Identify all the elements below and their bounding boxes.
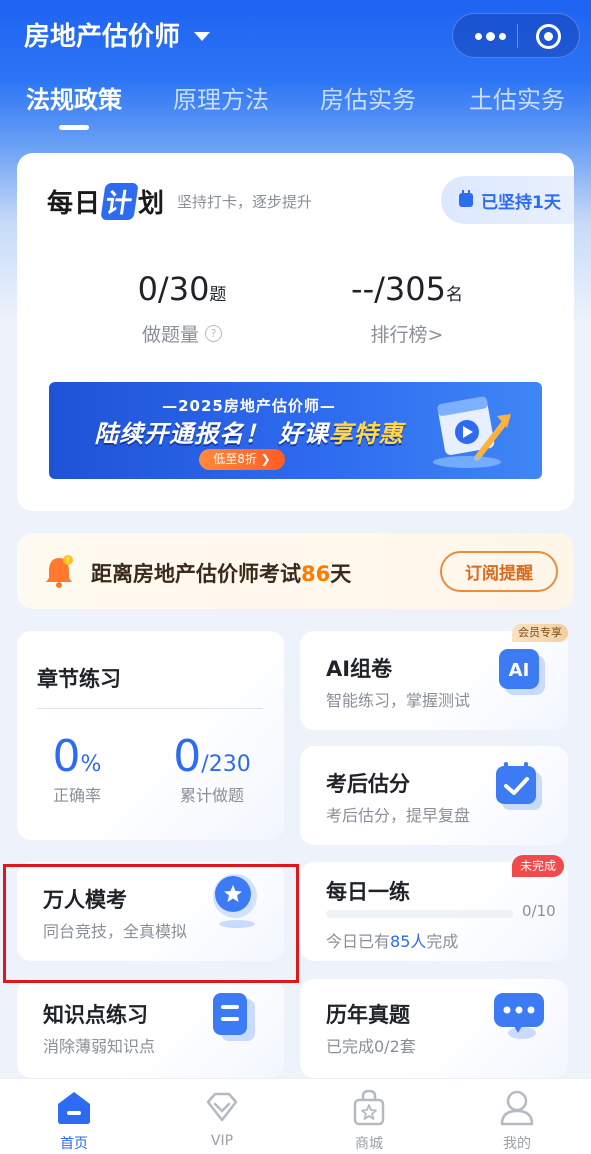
estimate-title: 考后估分 [326, 772, 410, 796]
close-target-icon[interactable] [536, 24, 561, 49]
tab-law-policy[interactable]: 法规政策 [26, 80, 122, 115]
plan-subtitle: 坚持打卡，逐步提升 [177, 193, 313, 211]
more-icon[interactable] [467, 24, 513, 48]
mini-program-capsule [452, 13, 580, 58]
ai-paper-card[interactable]: AI组卷 智能练习，掌握测试 AI [300, 631, 568, 730]
svg-text:!: ! [66, 556, 69, 565]
ranking-stat[interactable]: --/305名 排行榜> [317, 270, 497, 347]
divider [37, 708, 263, 709]
nav-shop-label: 商城 [355, 1136, 383, 1152]
countdown-days: 86 [301, 562, 331, 586]
tab-principles[interactable]: 原理方法 [173, 80, 269, 115]
caret-down-icon [194, 32, 211, 41]
questions-label: 做题量 [141, 324, 199, 346]
calendar-play-illustration [433, 396, 511, 468]
daily-title: 每日一练 [326, 880, 410, 904]
daily-note-suffix: 完成 [426, 932, 459, 951]
past-papers-card[interactable]: 历年真题 已完成0/2套 [300, 979, 568, 1078]
nav-mine[interactable]: 我的 [477, 1087, 557, 1153]
countdown-prefix: 距离房地产估价师考试 [91, 562, 301, 586]
daily-note-prefix: 今日已有 [326, 932, 391, 951]
plan-title-highlight: 计 [100, 183, 139, 220]
ai-icon: AI [499, 649, 545, 695]
ranking-link: 排行榜> [370, 324, 444, 346]
banner-headline-highlight: 享特惠 [328, 420, 404, 448]
accuracy-stat: 0% 正确率 [42, 731, 112, 806]
subject-tabs: 法规政策 原理方法 房估实务 土估实务 [0, 80, 591, 136]
active-tab-indicator [59, 125, 89, 130]
app-title: 房地产估价师 [24, 22, 181, 52]
banner-headline: 陆续开通报名！ 好课享特惠 [49, 414, 449, 449]
estimate-subtitle: 考后估分，提早复盘 [326, 806, 471, 825]
plan-title-part: 每日 [47, 189, 102, 219]
bottom-navigation: 首页 VIP 商城 我的 [0, 1078, 591, 1154]
vip-only-tag: 会员专享 [512, 624, 568, 642]
nav-vip-label: VIP [210, 1133, 234, 1149]
promo-banner[interactable]: —2025房地产估价师— 陆续开通报名！ 好课享特惠 低至8折 ❯ [49, 382, 542, 479]
countdown-text: 距离房地产估价师考试86天 [91, 558, 351, 588]
nav-shop[interactable]: 商城 [329, 1087, 409, 1153]
done-value: 0 [173, 731, 202, 782]
bell-icon: ! [46, 555, 73, 588]
help-icon[interactable]: ? [205, 325, 222, 342]
rank-value: --/305 [351, 270, 446, 308]
done-total: /230 [201, 752, 251, 777]
diamond-icon [206, 1092, 238, 1122]
done-stat: 0/230 累计做题 [167, 731, 257, 806]
questions-value: 0/30 [137, 270, 210, 308]
plan-title-part: 划 [138, 189, 166, 219]
streak-badge[interactable]: 已坚持1天 [441, 176, 574, 224]
document-list-icon [213, 993, 255, 1041]
discount-badge: 低至8折 ❯ [199, 449, 285, 470]
banner-headline-main: 陆续开通报名！ 好课 [94, 420, 329, 448]
subscribe-reminder-button[interactable]: 订阅提醒 [440, 551, 558, 592]
knowledge-title: 知识点练习 [43, 1003, 148, 1027]
knowledge-point-card[interactable]: 知识点练习 消除薄弱知识点 [17, 979, 284, 1078]
highlight-box [3, 864, 299, 983]
home-icon [58, 1092, 90, 1124]
nav-home-label: 首页 [60, 1136, 88, 1152]
daily-plan-card: 每日计划 坚持打卡，逐步提升 已坚持1天 0/30题 做题量? --/305名 … [17, 153, 574, 511]
done-label: 累计做题 [179, 786, 244, 805]
shop-bag-icon [353, 1089, 385, 1126]
questions-unit: 题 [209, 285, 227, 305]
calendar-icon [459, 190, 473, 207]
daily-note-count: 85人 [390, 932, 427, 951]
tab-land-practice[interactable]: 土估实务 [469, 80, 565, 115]
knowledge-subtitle: 消除薄弱知识点 [43, 1037, 156, 1056]
past-subtitle: 已完成0/2套 [326, 1037, 416, 1056]
daily-note: 今日已有85人完成 [326, 928, 458, 952]
questions-stat[interactable]: 0/30题 做题量? [97, 270, 267, 347]
incomplete-tag: 未完成 [512, 855, 565, 877]
tab-house-practice[interactable]: 房估实务 [320, 80, 416, 115]
rank-unit: 名 [445, 285, 463, 305]
countdown-suffix: 天 [330, 562, 352, 586]
top-bar: 房地产估价师 [0, 0, 591, 70]
nav-vip[interactable]: VIP [182, 1087, 262, 1149]
chapter-title: 章节练习 [37, 667, 121, 691]
past-title: 历年真题 [326, 1003, 410, 1027]
streak-label: 已坚持1天 [481, 192, 561, 213]
user-icon [500, 1090, 534, 1126]
capsule-divider [517, 24, 518, 48]
nav-home[interactable]: 首页 [34, 1087, 114, 1153]
ai-paper-title: AI组卷 [326, 657, 393, 681]
nav-mine-label: 我的 [503, 1136, 531, 1152]
exam-selector[interactable]: 房地产估价师 [24, 16, 211, 53]
chapter-practice-card[interactable]: 章节练习 0% 正确率 0/230 累计做题 [17, 631, 284, 840]
daily-progress-bar [326, 910, 513, 918]
ai-icon-text: AI [509, 660, 530, 681]
accuracy-unit: % [80, 752, 102, 777]
score-estimate-card[interactable]: 考后估分 考后估分，提早复盘 [300, 746, 568, 845]
exam-countdown-card: ! 距离房地产估价师考试86天 订阅提醒 [17, 533, 574, 609]
plan-title: 每日计划 [47, 183, 165, 220]
check-calendar-icon [496, 762, 542, 810]
accuracy-label: 正确率 [52, 786, 101, 805]
banner-line1: —2025房地产估价师— [162, 397, 336, 415]
ai-paper-subtitle: 智能练习，掌握测试 [326, 691, 471, 710]
daily-progress-label: 0/10 [522, 902, 556, 920]
accuracy-value: 0 [52, 731, 81, 782]
chat-bubble-icon [494, 993, 544, 1039]
